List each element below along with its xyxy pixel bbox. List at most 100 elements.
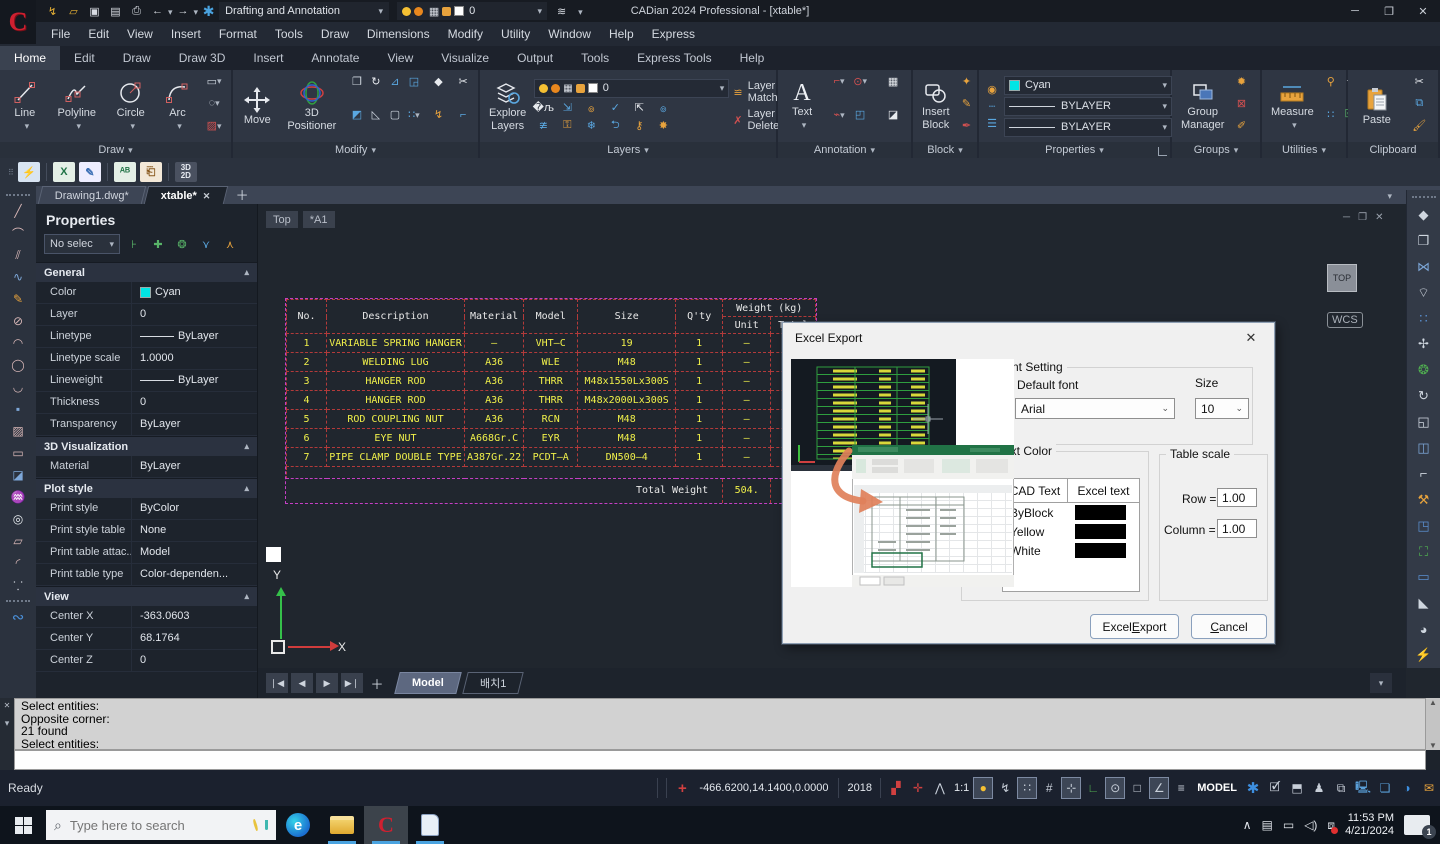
settings-gear-icon[interactable]: ✱ bbox=[1243, 777, 1263, 799]
command-input[interactable] bbox=[14, 750, 1426, 770]
layer-isolate-icon[interactable]: ⇲ bbox=[558, 100, 576, 116]
publish-drawing-icon[interactable]: ⚡ bbox=[18, 162, 40, 182]
new-file-icon[interactable]: ↯ bbox=[44, 3, 61, 19]
prop-row-center-z[interactable]: Center Z0 bbox=[36, 650, 257, 672]
block-attribute-icon[interactable]: ✒ bbox=[958, 118, 976, 134]
tray-network-icon[interactable]: ▭ bbox=[1283, 818, 1294, 832]
excel-export-button[interactable]: Excel Export bbox=[1090, 614, 1179, 639]
add-selection-icon[interactable]: ✚ bbox=[148, 235, 168, 253]
doc-tab-overflow-caret-icon[interactable] bbox=[1387, 186, 1392, 204]
redo-button[interactable]: → bbox=[175, 3, 192, 19]
rotate-icon[interactable]: ↻ bbox=[367, 73, 385, 89]
restore-button[interactable]: ❐ bbox=[1372, 1, 1406, 21]
offset-tool-icon[interactable]: ⌔ bbox=[1411, 280, 1437, 306]
redo-caret-icon[interactable] bbox=[194, 2, 199, 20]
scale-icon[interactable]: ◲ bbox=[405, 73, 423, 89]
copy-status-icon[interactable]: ⧉ bbox=[1331, 777, 1351, 799]
3d-positioner-button[interactable]: 3DPositioner bbox=[282, 73, 341, 139]
undo-caret-icon[interactable] bbox=[168, 2, 173, 20]
cloud-icon[interactable]: ♒ bbox=[5, 486, 31, 508]
menu-view[interactable]: View bbox=[118, 24, 162, 44]
copy-tool-icon[interactable]: ❐ bbox=[1411, 228, 1437, 254]
array-icon[interactable]: ∷ bbox=[405, 107, 423, 123]
object-snap-tracking-icon[interactable]: ∠ bbox=[1149, 777, 1169, 799]
block-group-label[interactable]: Block bbox=[913, 142, 977, 158]
color-row-white[interactable]: White bbox=[1003, 541, 1139, 560]
layer-freeze-btn-icon[interactable]: ❄ bbox=[582, 118, 600, 134]
visual-style-control[interactable]: *A1 bbox=[303, 211, 335, 228]
point-tool-icon[interactable]: ▪ bbox=[5, 398, 31, 420]
explore-layers-button[interactable]: ExploreLayers bbox=[484, 73, 531, 139]
tab-output[interactable]: Output bbox=[503, 46, 567, 70]
notification-center-icon[interactable]: 1 bbox=[1404, 815, 1430, 835]
font-size-select[interactable]: 10⌄ bbox=[1195, 398, 1249, 419]
point-style-icon[interactable]: ∷ bbox=[1322, 107, 1340, 123]
edit-block-icon[interactable]: ✎ bbox=[958, 95, 976, 111]
prop-row-print-style[interactable]: Print styleByColor bbox=[36, 498, 257, 520]
linetype-select[interactable]: BYLAYER bbox=[1004, 97, 1172, 116]
taskbar-notepad[interactable] bbox=[408, 806, 452, 844]
section-view[interactable]: View bbox=[36, 586, 257, 606]
measure-button[interactable]: Measure bbox=[1266, 73, 1319, 139]
grid-display-icon[interactable]: # bbox=[1039, 777, 1059, 799]
first-layout-button[interactable]: ❘◀ bbox=[266, 673, 288, 693]
region-icon[interactable]: ◪ bbox=[5, 464, 31, 486]
prop-row-center-x[interactable]: Center X-363.0603 bbox=[36, 606, 257, 628]
stretch-icon[interactable]: ▢ bbox=[386, 107, 404, 123]
clipboard-export-icon[interactable]: ⎗ bbox=[140, 162, 162, 182]
lineweight-select[interactable]: BYLAYER bbox=[1004, 118, 1172, 137]
copy-icon[interactable]: ❐ bbox=[348, 73, 366, 89]
sketch-icon[interactable]: ✎ bbox=[5, 288, 31, 310]
layer-current-icon[interactable]: ✓ bbox=[606, 100, 624, 116]
annotation-scale[interactable]: 1:1 bbox=[954, 782, 969, 794]
view-control-top[interactable]: Top bbox=[266, 211, 298, 228]
menu-file[interactable]: File bbox=[42, 24, 79, 44]
ungroup-icon[interactable]: ⊠ bbox=[1232, 95, 1250, 111]
ellipse-icon[interactable]: ◯ bbox=[5, 354, 31, 376]
isometric-icon[interactable]: ⋀ bbox=[930, 777, 950, 799]
year-indicator[interactable]: 2018 bbox=[847, 782, 871, 794]
prop-row-material[interactable]: MaterialByLayer bbox=[36, 456, 257, 478]
draw-group-label[interactable]: Draw bbox=[0, 142, 231, 158]
rectangle-tool-icon[interactable]: ▭ bbox=[205, 73, 223, 89]
explode-icon[interactable]: ↯ bbox=[430, 107, 448, 123]
yellow-color-swatch[interactable] bbox=[1075, 524, 1126, 539]
layer-off-btn-icon[interactable]: ๏ bbox=[654, 100, 672, 116]
fillet-small-icon[interactable]: ◺ bbox=[367, 107, 385, 123]
taskbar-search[interactable]: ⌕ bbox=[46, 810, 276, 840]
tray-touch-keyboard-icon[interactable]: ▤ bbox=[1262, 818, 1273, 832]
mail-icon[interactable]: ✉ bbox=[1419, 777, 1439, 799]
group-edit-icon[interactable]: ✐ bbox=[1232, 118, 1250, 134]
workspace-select[interactable]: Drafting and Annotation bbox=[219, 2, 389, 20]
rectangle-left-icon[interactable]: ▭ bbox=[5, 442, 31, 464]
break-tool-icon[interactable]: ▭ bbox=[1411, 564, 1437, 590]
modify-group-label[interactable]: Modify bbox=[233, 142, 478, 158]
circle-button[interactable]: Circle bbox=[112, 73, 150, 139]
titlebar-layer-select[interactable]: ▦ 0 bbox=[397, 2, 547, 20]
save-as-icon[interactable]: ▤ bbox=[107, 3, 124, 19]
measure-tool-icon[interactable]: ⚒ bbox=[1411, 487, 1437, 513]
selection-grip[interactable] bbox=[266, 547, 281, 562]
layer-thaw-icon[interactable]: ✸ bbox=[654, 118, 672, 134]
layout-overflow-caret-icon[interactable] bbox=[1370, 673, 1392, 693]
tab-edit[interactable]: Edit bbox=[60, 46, 109, 70]
mirror-tool-icon[interactable]: ⋈ bbox=[1411, 254, 1437, 280]
print-icon[interactable]: ⎙ bbox=[128, 3, 145, 19]
explode-tool-icon[interactable]: ⚡ bbox=[1411, 642, 1437, 668]
object-snap-icon[interactable]: □ bbox=[1127, 777, 1147, 799]
open-icon[interactable]: ▱ bbox=[65, 3, 82, 19]
layer-unlock-btn-icon[interactable]: ⚷ bbox=[630, 118, 648, 134]
prop-row-transparency[interactable]: TransparencyByLayer bbox=[36, 414, 257, 436]
circle-ttr-icon[interactable]: ⊘ bbox=[5, 310, 31, 332]
wipeout-left-icon[interactable]: ▱ bbox=[5, 530, 31, 552]
dynamic-input-icon[interactable]: ∷ bbox=[1017, 777, 1037, 799]
prop-row-center-y[interactable]: Center Y68.1764 bbox=[36, 628, 257, 650]
divide-icon[interactable]: ⸪ bbox=[5, 574, 31, 596]
clip-tool-icon[interactable]: ◳ bbox=[1411, 513, 1437, 539]
move-tool-icon[interactable]: ✢ bbox=[1411, 331, 1437, 357]
section-general[interactable]: General bbox=[36, 262, 257, 282]
menu-insert[interactable]: Insert bbox=[162, 24, 210, 44]
prop-row-linetype[interactable]: LinetypeByLayer bbox=[36, 326, 257, 348]
layer-previous-icon[interactable]: ⮌ bbox=[606, 118, 624, 134]
properties-group-label[interactable]: Properties bbox=[979, 142, 1170, 158]
